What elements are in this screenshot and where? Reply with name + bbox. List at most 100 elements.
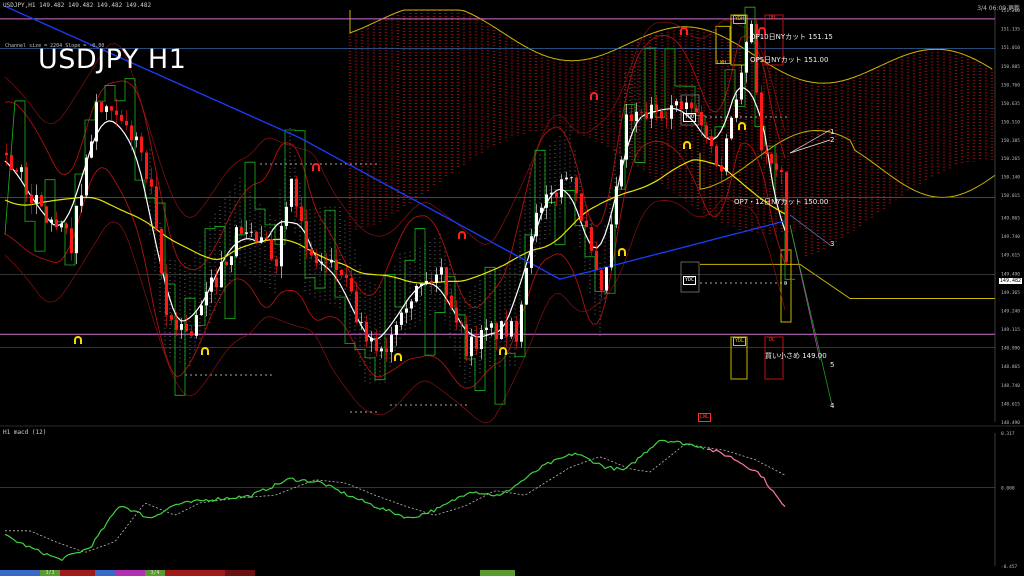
candle-body [375,337,378,352]
candle-body [365,321,368,342]
price-tick-label: 150.015 [1001,193,1020,199]
candle-body [645,112,648,119]
candle-body [85,157,88,196]
candle-body [575,177,578,194]
badge-lwl: LWL [698,413,712,422]
candle-body [140,136,143,153]
marker-icon [618,248,626,256]
marker-icon [590,92,598,100]
marker-icon [738,122,746,130]
taskbar-seg[interactable] [165,570,225,576]
candle-body [395,324,398,335]
candle-body [185,323,188,332]
candle-body [320,261,323,264]
ma-mid [4,159,786,284]
wave-label-2: 2 [830,136,835,144]
marker-icon [499,347,507,355]
badge-ydl: YDL [733,337,747,346]
candle-body [330,259,333,263]
taskbar-seg[interactable] [0,570,40,576]
candle-body [265,237,268,239]
candle-body [165,273,168,316]
candle-body [305,220,308,249]
candle-body [370,337,373,342]
candle-body [220,261,223,288]
price-tick-label: 150.140 [1001,175,1020,181]
candle-body [215,277,218,288]
candle-body [160,228,163,274]
candle-body [415,285,418,302]
candle-body [450,295,453,308]
candle-body [180,323,183,330]
taskbar-date-b[interactable]: 3/4 [145,570,165,576]
bottom-taskbar: 3/3 3/4 [0,570,1024,576]
candle-body [405,308,408,313]
price-tick-label: 150.760 [1001,82,1020,88]
candle-body [310,248,313,256]
badge-ydc: YDC [683,276,697,285]
candle-body [780,169,783,173]
candle-body [520,304,523,342]
badge-dl: DL [769,337,776,343]
candle-body [495,323,498,339]
taskbar-seg[interactable] [115,570,145,576]
price-axis: 151.260151.135151.010150.885150.760150.6… [994,8,1020,426]
taskbar-seg[interactable] [60,570,95,576]
candle-body [240,227,243,234]
candle-body [710,136,713,147]
candle-body [670,105,673,119]
candle-body [345,274,348,279]
candle-body [705,125,708,137]
candle-body [5,152,8,156]
price-tick-label: 148.990 [1001,346,1020,352]
marker-icon [683,141,691,149]
candle-body [525,267,528,305]
taskbar-seg[interactable] [95,570,115,576]
candle-body [635,111,638,121]
candle-body [190,331,193,336]
candle-body [30,194,33,204]
candle-body [210,277,213,292]
candle-body [100,102,103,112]
candle-body [65,223,68,229]
candle-body [70,228,73,254]
candle-body [35,195,38,204]
candle-body [175,319,178,330]
candle-body [725,138,728,172]
candle-body [355,291,358,323]
candle-body [480,330,483,350]
candle-body [580,193,583,221]
candle-body [730,117,733,139]
badge-lwh: LWH [717,60,727,66]
wave-label-3: 3 [830,240,835,248]
candle-body [335,259,338,270]
candle-body [205,291,208,306]
price-tick-label: 148.490 [1001,420,1020,426]
candle-body [385,348,388,353]
candle-body [10,155,13,170]
candle-body [765,150,768,154]
candle-body [430,280,433,283]
taskbar-seg[interactable] [480,570,515,576]
candle-body [760,92,763,151]
candle-body [600,270,603,291]
price-tick-label: 150.635 [1001,101,1020,107]
candle-body [565,177,568,180]
candle-body [605,267,608,291]
taskbar-date-a[interactable]: 3/3 [40,570,60,576]
candle-body [615,186,618,225]
price-tick-label: 149.615 [1001,253,1020,259]
projection-line [789,214,831,246]
candle-body [595,250,598,271]
annotation-buy: 買い小さめ 149.00 [765,352,827,360]
candle-body [420,283,423,286]
candle-body [105,106,108,112]
event-markers [74,27,766,361]
marker-icon [312,163,320,171]
wave-label-4: 4 [830,402,835,410]
candle-body [270,238,273,260]
macd-main [4,439,705,562]
candle-body [280,225,283,267]
candle-body [25,167,28,195]
taskbar-seg[interactable] [225,570,255,576]
